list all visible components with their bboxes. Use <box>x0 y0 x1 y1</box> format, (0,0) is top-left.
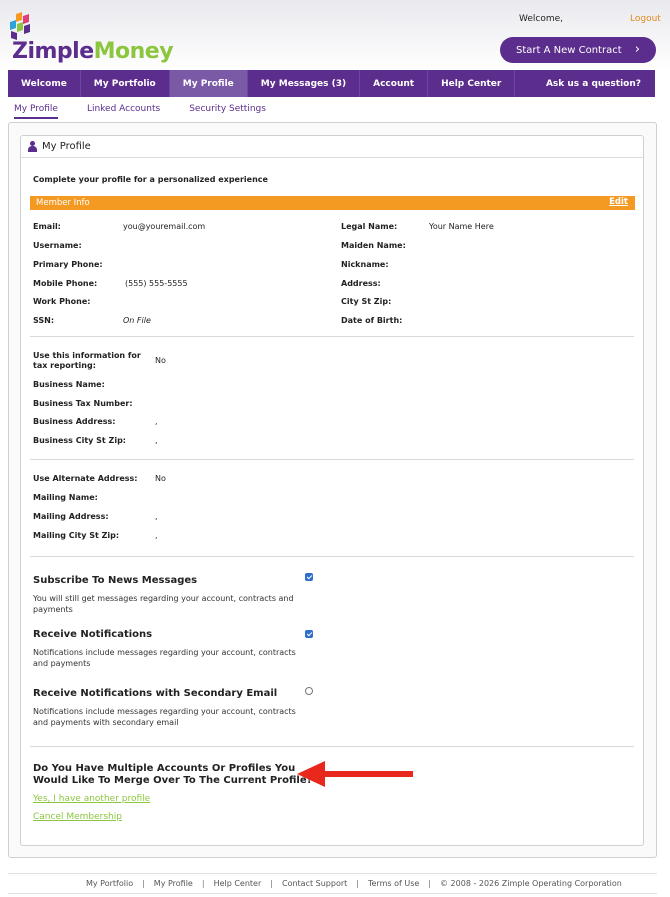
mailing-address-value: , <box>155 512 158 521</box>
business-address-label: Business Address: <box>33 417 116 426</box>
member-info-label: Member Info <box>36 198 90 208</box>
logo-word-money: Money <box>93 39 174 64</box>
subtab-my-profile[interactable]: My Profile <box>14 104 58 119</box>
start-new-contract-label: Start A New Contract <box>516 44 622 56</box>
business-city-st-zip-value: , <box>155 436 158 445</box>
legal-name-label: Legal Name: <box>341 222 398 231</box>
city-st-zip-label: City St Zip: <box>341 297 392 306</box>
logo-word-zimple: Zimple <box>12 39 94 64</box>
footer-divider <box>8 893 657 894</box>
nav-item-my-portfolio[interactable]: My Portfolio <box>81 70 170 97</box>
member-info-bar: Member Info Edit <box>30 196 635 210</box>
subtab-security-settings[interactable]: Security Settings <box>189 104 266 119</box>
chevron-right-icon: › <box>634 42 640 57</box>
footer-separator: | <box>428 879 431 888</box>
address-label: Address: <box>341 279 381 288</box>
member-info-edit-link[interactable]: Edit <box>609 197 628 207</box>
divider <box>30 746 634 747</box>
ssn-value: On File <box>123 316 151 325</box>
mailing-city-st-zip-label: Mailing City St Zip: <box>33 531 120 540</box>
yes-another-profile-link[interactable]: Yes, I have another profile <box>33 794 150 804</box>
cancel-membership-link[interactable]: Cancel Membership <box>33 812 122 822</box>
secondary-notifications-desc: Notifications include messages regarding… <box>33 707 296 727</box>
receive-notifications-checkbox[interactable] <box>305 630 313 638</box>
divider <box>30 556 634 557</box>
ssn-label: SSN: <box>33 316 55 325</box>
profile-card-title: My Profile <box>42 141 91 152</box>
main-nav: Welcome My Portfolio My Profile My Messa… <box>8 70 655 97</box>
email-value: you@youremail.com <box>123 222 206 231</box>
subtab-linked-accounts[interactable]: Linked Accounts <box>87 104 160 119</box>
footer-separator: | <box>270 879 273 888</box>
footer-link-help-center[interactable]: Help Center <box>214 879 262 888</box>
secondary-notifications-checkbox[interactable] <box>305 687 313 695</box>
footer-link-my-portfolio[interactable]: My Portfolio <box>86 879 133 888</box>
merge-profiles-question: Do You Have Multiple Accounts Or Profile… <box>33 763 313 786</box>
business-tax-number-label: Business Tax Number: <box>33 399 133 408</box>
receive-notifications-desc: Notifications include messages regarding… <box>33 648 296 668</box>
mailing-address-label: Mailing Address: <box>33 512 109 521</box>
receive-notifications-title: Receive Notifications <box>33 629 153 640</box>
nav-item-welcome[interactable]: Welcome <box>8 70 81 97</box>
primary-phone-label: Primary Phone: <box>33 260 103 269</box>
red-arrow-icon <box>297 761 413 787</box>
nav-item-my-profile[interactable]: My Profile <box>169 70 248 97</box>
mailing-city-st-zip-value: , <box>155 531 158 540</box>
subscribe-news-desc: You will still get messages regarding yo… <box>33 594 294 614</box>
maiden-name-label: Maiden Name: <box>341 241 406 250</box>
subscribe-news-title: Subscribe To News Messages <box>33 575 198 586</box>
footer-link-terms-of-use[interactable]: Terms of Use <box>368 879 419 888</box>
business-address-value: , <box>155 417 158 426</box>
zimplemoney-logo[interactable]: ZimpleMoney <box>8 12 174 64</box>
subscribe-news-checkbox[interactable] <box>305 573 313 581</box>
mailing-name-label: Mailing Name: <box>33 493 98 502</box>
profile-subtabs: My Profile Linked Accounts Security Sett… <box>14 104 295 119</box>
legal-name-value: Your Name Here <box>429 222 494 231</box>
footer-separator: | <box>356 879 359 888</box>
user-icon <box>27 141 38 152</box>
nav-item-account[interactable]: Account <box>360 70 429 97</box>
tax-reporting-value: No <box>155 356 166 365</box>
footer-link-my-profile[interactable]: My Profile <box>154 879 193 888</box>
footer-separator: | <box>201 879 205 888</box>
profile-card: My Profile <box>20 135 644 846</box>
footer-link-contact-support[interactable]: Contact Support <box>282 879 347 888</box>
email-label: Email: <box>33 222 61 231</box>
footer-divider <box>8 873 657 874</box>
start-new-contract-button[interactable]: Start A New Contract › <box>500 37 656 63</box>
nav-item-ask-question[interactable]: Ask us a question? <box>533 70 655 97</box>
divider <box>30 336 634 337</box>
footer-separator: | <box>142 879 145 888</box>
profile-card-header: My Profile <box>21 136 643 158</box>
business-name-label: Business Name: <box>33 380 105 389</box>
alternate-address-value: No <box>155 474 166 483</box>
work-phone-label: Work Phone: <box>33 297 91 306</box>
logo-wordmark: ZimpleMoney <box>12 39 174 64</box>
secondary-notifications-title: Receive Notifications with Secondary Ema… <box>33 688 278 699</box>
nickname-label: Nickname: <box>341 260 389 269</box>
mobile-phone-value: (555) 555-5555 <box>125 279 188 288</box>
mobile-phone-label: Mobile Phone: <box>33 279 98 288</box>
logout-link[interactable]: Logout <box>630 14 661 24</box>
tax-reporting-label: Use this information for tax reporting: <box>33 351 141 370</box>
date-of-birth-label: Date of Birth: <box>341 316 403 325</box>
username-label: Username: <box>33 241 82 250</box>
footer: My Portfolio | My Profile | Help Center … <box>86 879 622 888</box>
nav-item-my-messages[interactable]: My Messages (3) <box>248 70 361 97</box>
profile-intro-text: Complete your profile for a personalized… <box>33 175 268 184</box>
nav-item-help-center[interactable]: Help Center <box>428 70 516 97</box>
alternate-address-label: Use Alternate Address: <box>33 474 138 483</box>
welcome-text: Welcome, <box>519 14 564 24</box>
divider <box>30 459 634 460</box>
business-city-st-zip-label: Business City St Zip: <box>33 436 127 445</box>
footer-copyright: © 2008 - 2026 Zimple Operating Corporati… <box>440 879 622 888</box>
